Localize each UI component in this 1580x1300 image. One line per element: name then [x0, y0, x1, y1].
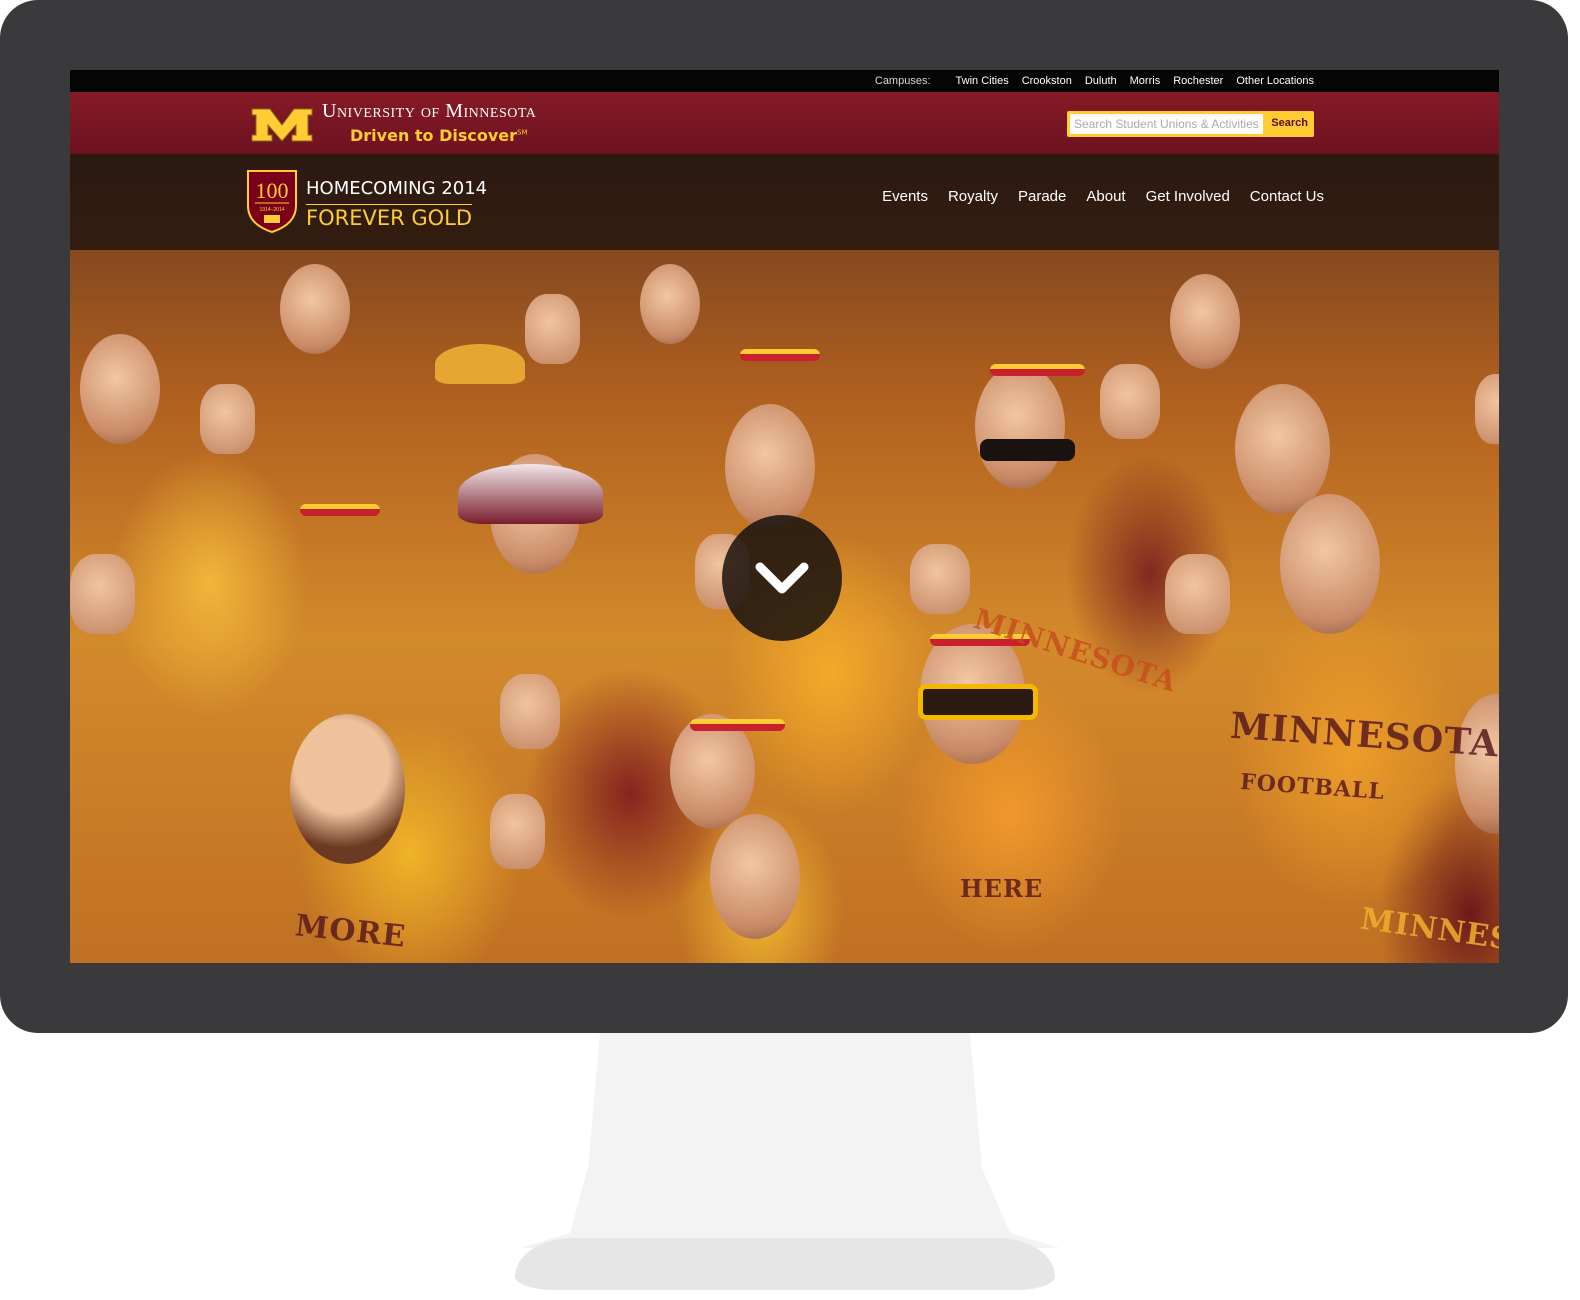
campus-link-morris[interactable]: Morris: [1130, 75, 1161, 87]
university-name[interactable]: University of Minnesota: [322, 100, 536, 123]
university-tagline: Driven to DiscoverSM: [350, 126, 528, 145]
homecoming-nav-bar: 100 1914–2014 HOMECOMING 2014 FOREVER GO…: [70, 154, 1499, 250]
campus-link-rochester[interactable]: Rochester: [1173, 75, 1223, 87]
university-header: University of Minnesota Driven to Discov…: [70, 92, 1499, 154]
campus-link-duluth[interactable]: Duluth: [1085, 75, 1117, 87]
campus-label: Campuses:: [874, 75, 931, 87]
umn-m-logo-icon[interactable]: [250, 105, 314, 145]
campus-link-twin-cities[interactable]: Twin Cities: [956, 75, 1009, 87]
browser-screen: MORE NICE MINNESOTA FOOTBALL HERE MINNES…: [70, 70, 1499, 963]
homecoming-title[interactable]: HOMECOMING 2014: [306, 178, 487, 200]
monitor-stand-base: [515, 1238, 1055, 1290]
homecoming-100-badge-icon[interactable]: 100 1914–2014: [245, 168, 299, 234]
nav-contact-us[interactable]: Contact Us: [1250, 188, 1324, 205]
nav-about[interactable]: About: [1086, 188, 1125, 205]
monitor-stand: [520, 1033, 1060, 1248]
nav-events[interactable]: Events: [882, 188, 928, 205]
campus-bar: Campuses: Twin Cities Crookston Duluth M…: [70, 70, 1499, 92]
search-button[interactable]: Search: [1271, 117, 1308, 129]
campus-link-other-locations[interactable]: Other Locations: [1236, 75, 1314, 87]
scroll-down-button[interactable]: [722, 515, 842, 641]
search-input[interactable]: [1070, 114, 1263, 134]
chevron-down-icon: [755, 562, 809, 594]
nav-parade[interactable]: Parade: [1018, 188, 1066, 205]
badge-number: 100: [256, 178, 289, 203]
nav-get-involved[interactable]: Get Involved: [1146, 188, 1230, 205]
search-form: Search: [1067, 111, 1314, 137]
campus-link-crookston[interactable]: Crookston: [1022, 75, 1072, 87]
nav-royalty[interactable]: Royalty: [948, 188, 998, 205]
homecoming-main-nav: Events Royalty Parade About Get Involved…: [882, 188, 1324, 205]
homecoming-subtitle: FOREVER GOLD: [306, 204, 473, 230]
badge-years: 1914–2014: [259, 207, 284, 213]
